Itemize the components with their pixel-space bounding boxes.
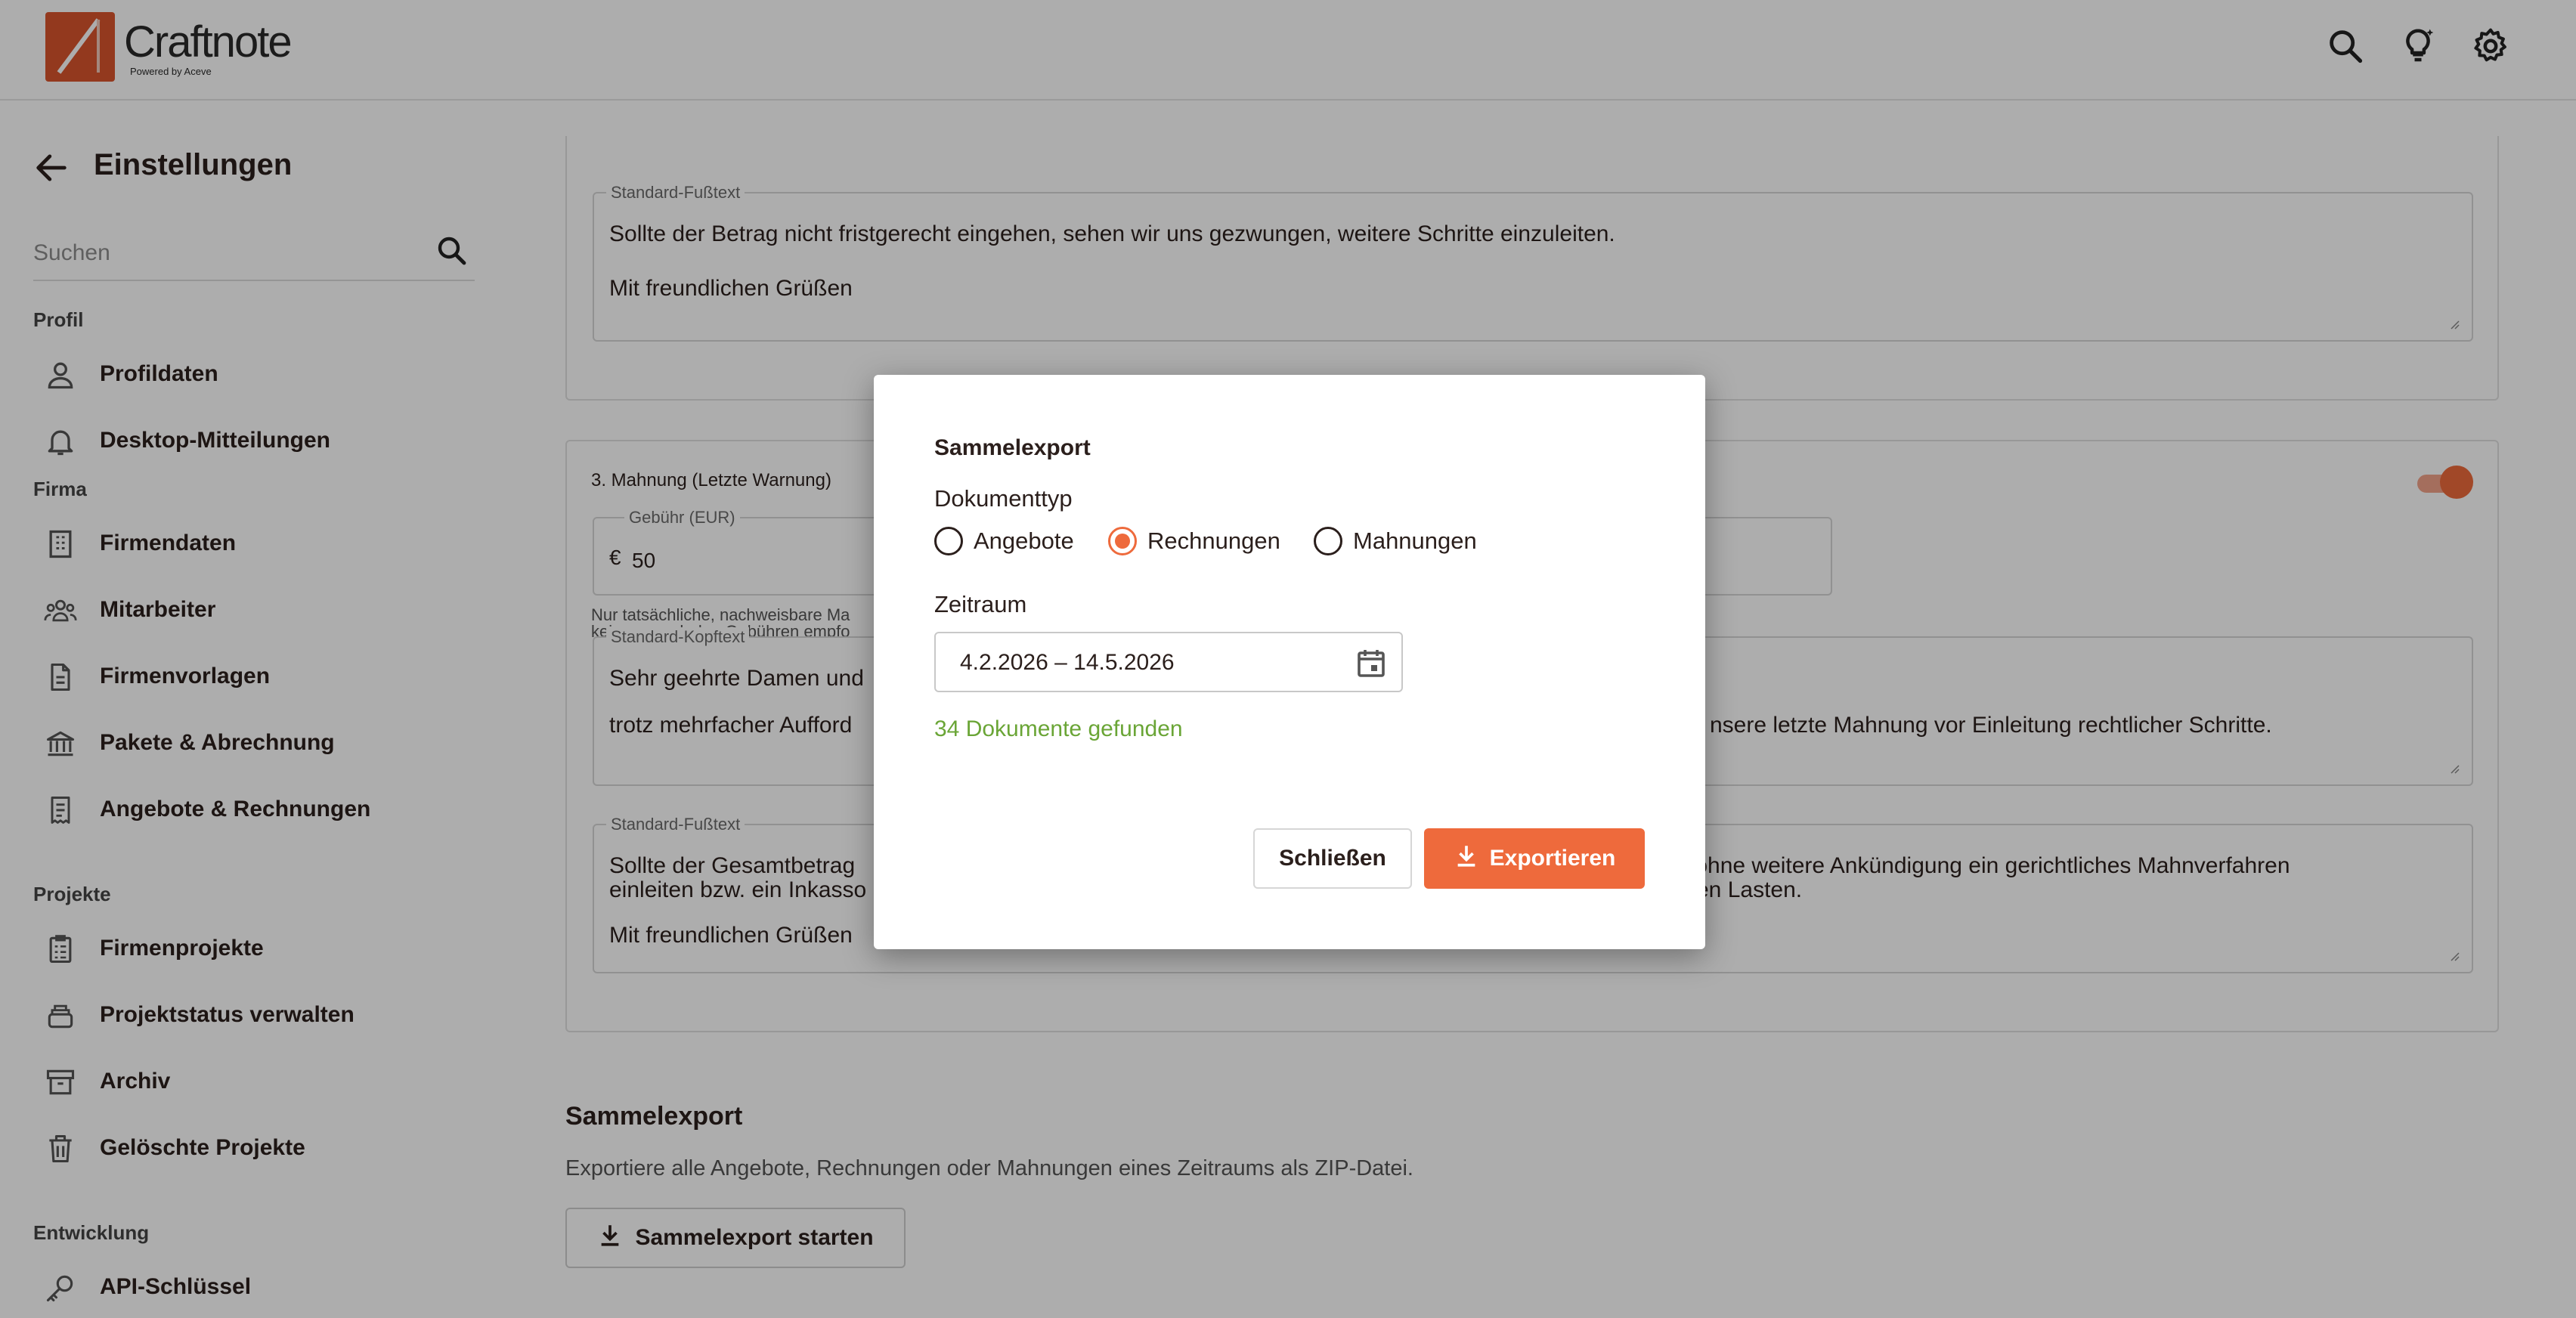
doctype-label: Dokumenttyp <box>934 485 1073 512</box>
calendar-icon[interactable] <box>1353 645 1389 682</box>
radio-circle <box>1314 527 1342 555</box>
bulk-export-dialog: Sammelexport Dokumenttyp Angebote Rechnu… <box>874 375 1705 949</box>
radio-circle-checked <box>1108 527 1137 555</box>
radio-angebote[interactable]: Angebote <box>934 524 1074 558</box>
button-label: Exportieren <box>1489 846 1616 871</box>
dialog-title: Sammelexport <box>934 435 1091 460</box>
radio-label: Rechnungen <box>1147 528 1280 554</box>
export-button[interactable]: Exportieren <box>1424 828 1645 889</box>
download-icon <box>1454 843 1479 874</box>
date-range-input[interactable]: 4.2.2026 – 14.5.2026 <box>934 632 1403 692</box>
period-label: Zeitraum <box>934 591 1027 617</box>
radio-label: Angebote <box>974 528 1074 554</box>
documents-found-text: 34 Dokumente gefunden <box>934 716 1183 741</box>
radio-label: Mahnungen <box>1353 528 1477 554</box>
date-range-value: 4.2.2026 – 14.5.2026 <box>960 650 1175 675</box>
close-button[interactable]: Schließen <box>1253 828 1412 889</box>
radio-circle <box>934 527 963 555</box>
radio-mahnungen[interactable]: Mahnungen <box>1314 524 1477 558</box>
radio-rechnungen[interactable]: Rechnungen <box>1108 524 1280 558</box>
